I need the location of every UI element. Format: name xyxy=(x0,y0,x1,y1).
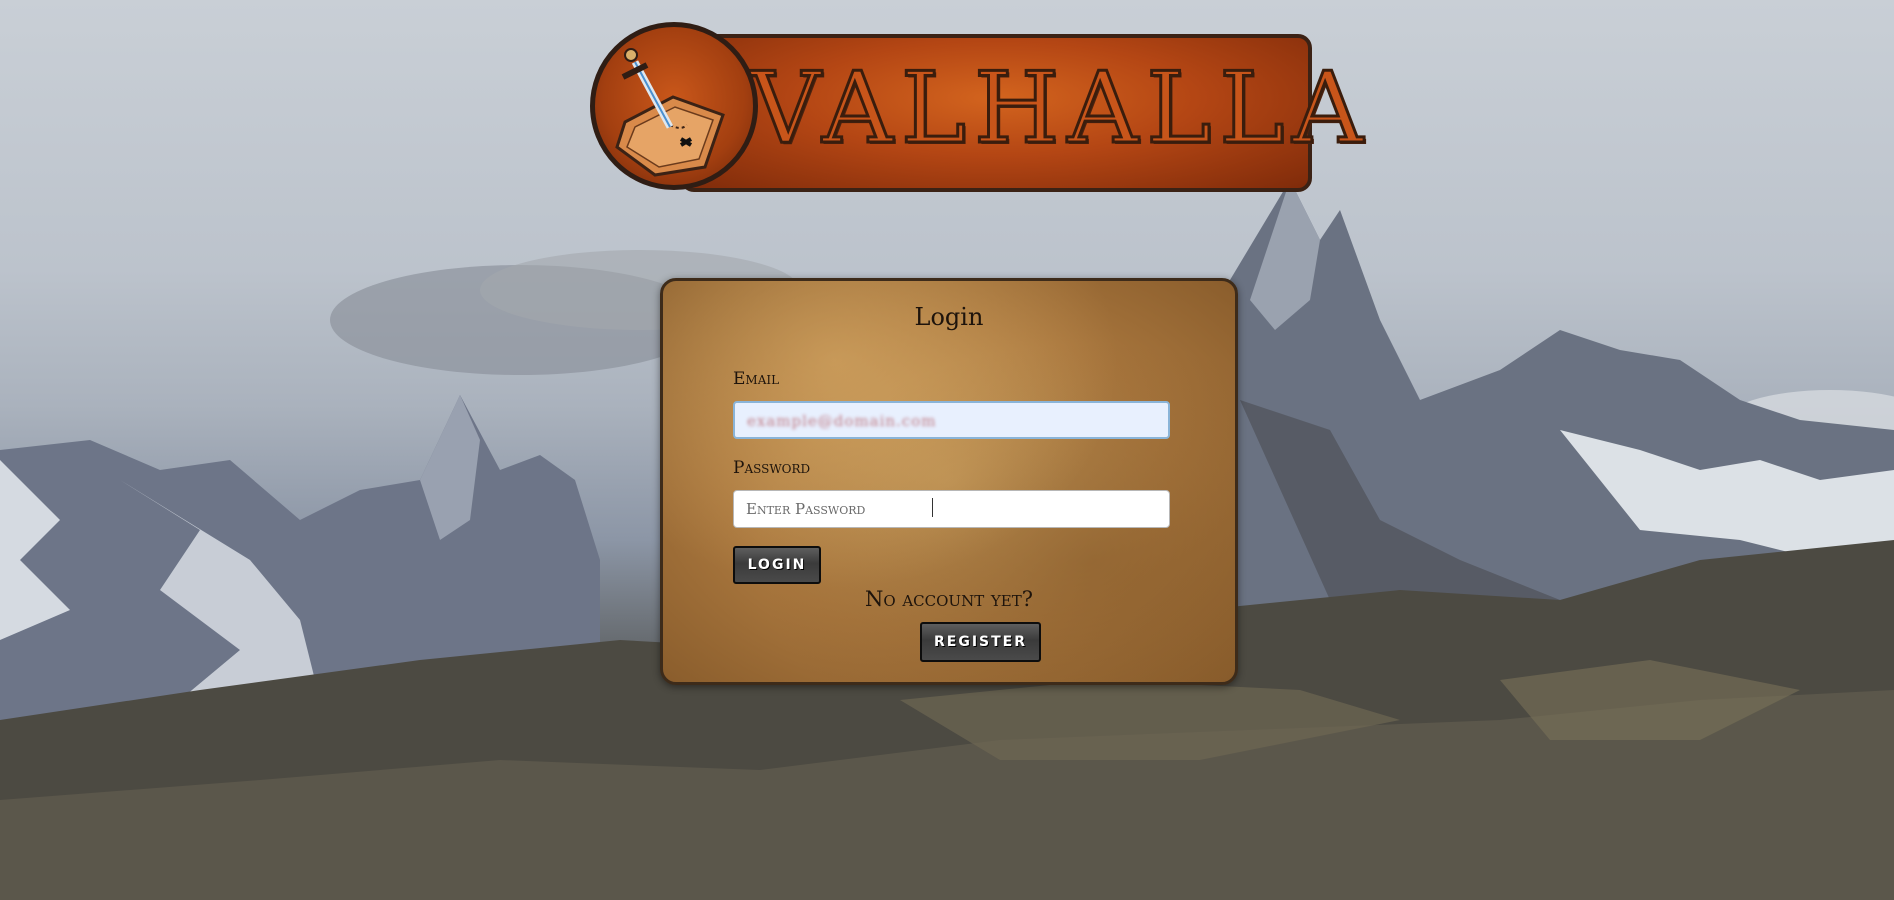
logo-emblem xyxy=(590,22,758,190)
email-label: Email xyxy=(733,369,780,389)
register-button[interactable]: REGISTER xyxy=(920,622,1041,662)
valhalla-logo[interactable]: VALHALLA xyxy=(590,22,1372,198)
card-title: Login xyxy=(914,303,984,331)
login-button[interactable]: LOGIN xyxy=(733,546,821,584)
email-field[interactable]: example@domain.com xyxy=(733,401,1170,439)
text-cursor-icon xyxy=(932,498,933,517)
sword-map-icon xyxy=(615,48,725,177)
password-cursor-layer xyxy=(733,490,1170,528)
no-account-text: No account yet? xyxy=(865,587,1033,611)
logo-text: VALHALLA xyxy=(749,52,1372,166)
password-label: Password xyxy=(733,458,811,478)
email-value: example@domain.com xyxy=(747,412,937,430)
login-card: Login Email example@domain.com Password … xyxy=(660,278,1238,685)
login-page: VALHALLA Login Email example@domain.com … xyxy=(0,0,1894,900)
